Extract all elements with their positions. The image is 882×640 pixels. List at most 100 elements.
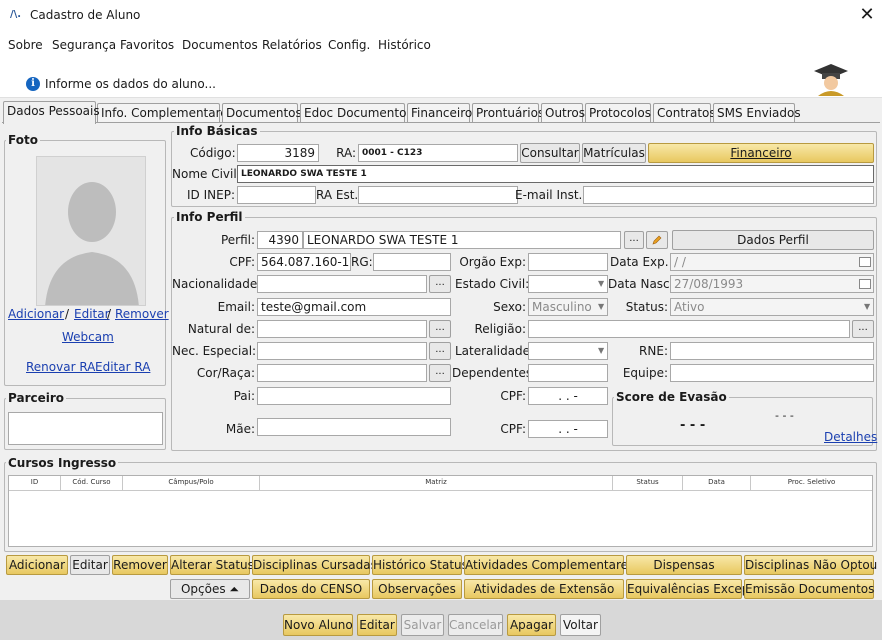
col-status[interactable]: Status bbox=[613, 476, 683, 490]
tab-protocolos[interactable]: Protocolos bbox=[585, 103, 651, 123]
alterar-status-button[interactable]: Alterar Status bbox=[170, 555, 254, 575]
tab-dados-pessoais[interactable]: Dados Pessoais bbox=[3, 101, 100, 124]
menu-sobre[interactable]: Sobre bbox=[8, 38, 43, 52]
edit-pencil-icon[interactable] bbox=[646, 231, 668, 249]
col-campus-polo[interactable]: Câmpus/Polo bbox=[123, 476, 260, 490]
menu-relatorios[interactable]: Relatórios bbox=[262, 38, 322, 52]
apagar-button[interactable]: Apagar bbox=[507, 614, 556, 636]
calendar-icon[interactable] bbox=[859, 279, 871, 289]
nacionalidade-field[interactable] bbox=[257, 275, 427, 293]
ra-field[interactable]: 0001 - C123 bbox=[358, 144, 518, 162]
salvar-button[interactable]: Salvar bbox=[401, 614, 444, 636]
renovar-ra-link[interactable]: Renovar RA bbox=[26, 360, 95, 374]
nec-especial-field[interactable] bbox=[257, 342, 427, 360]
col-data[interactable]: Data bbox=[683, 476, 751, 490]
cancelar-button[interactable]: Cancelar bbox=[448, 614, 503, 636]
nec-especial-search-button[interactable]: ... bbox=[429, 342, 451, 360]
nome-civil-field[interactable]: LEONARDO SWA TESTE 1 bbox=[237, 165, 874, 183]
menu-favoritos[interactable]: Favoritos bbox=[120, 38, 174, 52]
ra-est-field[interactable] bbox=[358, 186, 518, 204]
orgao-exp-field[interactable] bbox=[528, 253, 608, 271]
pai-cpf-field[interactable]: . . - bbox=[528, 387, 608, 405]
close-icon[interactable]: ✕ bbox=[856, 4, 878, 25]
tab-sms-enviados[interactable]: SMS Enviados bbox=[713, 103, 801, 123]
disciplinas-cursadas-button[interactable]: Disciplinas Cursadas bbox=[252, 555, 377, 575]
cpf-field[interactable]: 564.087.160-16 bbox=[257, 253, 351, 271]
status-select[interactable]: Ativo bbox=[670, 298, 874, 316]
menu-config[interactable]: Config. bbox=[328, 38, 370, 52]
tab-financeiro[interactable]: Financeiro bbox=[407, 103, 472, 123]
natural-search-button[interactable]: ... bbox=[429, 320, 451, 338]
col-cod-curso[interactable]: Cód. Curso bbox=[61, 476, 123, 490]
cursos-editar-button[interactable]: Editar bbox=[70, 555, 110, 575]
pai-field[interactable] bbox=[257, 387, 451, 405]
chevron-down-icon: ▼ bbox=[598, 346, 605, 355]
sexo-select[interactable]: Masculino bbox=[528, 298, 608, 316]
id-inep-field[interactable] bbox=[237, 186, 316, 204]
webcam-link[interactable]: Webcam bbox=[62, 330, 114, 344]
nacionalidade-search-button[interactable]: ... bbox=[429, 275, 451, 293]
tab-documentos[interactable]: Documentos bbox=[222, 103, 302, 123]
data-exp-field[interactable]: / / bbox=[670, 253, 874, 271]
email-inst-field[interactable] bbox=[583, 186, 874, 204]
cor-raca-field[interactable] bbox=[257, 364, 427, 382]
cursos-adicionar-button[interactable]: Adicionar bbox=[6, 555, 68, 575]
dispensas-button[interactable]: Dispensas bbox=[626, 555, 742, 575]
col-proc-seletivo[interactable]: Proc. Seletivo bbox=[751, 476, 872, 490]
matriculas-button[interactable]: Matrículas bbox=[582, 143, 646, 163]
cursos-remover-button[interactable]: Remover bbox=[112, 555, 168, 575]
dados-perfil-button[interactable]: Dados Perfil bbox=[672, 230, 874, 250]
foto-editar-link[interactable]: Editar bbox=[74, 307, 110, 321]
mae-field[interactable] bbox=[257, 418, 451, 436]
mae-cpf-field[interactable]: . . - bbox=[528, 420, 608, 438]
voltar-button[interactable]: Voltar bbox=[560, 614, 601, 636]
lateralidade-select[interactable] bbox=[528, 342, 608, 360]
religiao-search-button[interactable]: ... bbox=[852, 320, 874, 338]
opcoes-button[interactable]: Opções ⏶ bbox=[170, 579, 250, 599]
religiao-field[interactable] bbox=[528, 320, 850, 338]
equivalencias-button[interactable]: Equivalências Excep. bbox=[626, 579, 753, 599]
tab-outros[interactable]: Outros bbox=[541, 103, 585, 123]
perfil-nome-field[interactable]: LEONARDO SWA TESTE 1 bbox=[303, 231, 621, 249]
col-matriz[interactable]: Matriz bbox=[260, 476, 613, 490]
menu-historico[interactable]: Histórico bbox=[378, 38, 431, 52]
score-value-big: - - - bbox=[680, 418, 706, 433]
data-nasc-field[interactable]: 27/08/1993 bbox=[670, 275, 874, 293]
equipe-field[interactable] bbox=[670, 364, 874, 382]
score-detalhes-link[interactable]: Detalhes bbox=[824, 430, 877, 444]
tab-edoc-documentos[interactable]: Edoc Documentos bbox=[300, 103, 413, 123]
emissao-documentos-button[interactable]: Emissão Documentos bbox=[744, 579, 874, 599]
financeiro-button[interactable]: Financeiro bbox=[648, 143, 874, 163]
editar-ra-link[interactable]: Editar RA bbox=[95, 360, 150, 374]
editar-button[interactable]: Editar bbox=[357, 614, 397, 636]
observacoes-button[interactable]: Observações bbox=[372, 579, 462, 599]
perfil-search-button[interactable]: ... bbox=[624, 231, 644, 249]
foto-adicionar-link[interactable]: Adicionar bbox=[8, 307, 64, 321]
tab-prontuarios[interactable]: Prontuários bbox=[472, 103, 544, 123]
email-field[interactable]: teste@gmail.com bbox=[257, 298, 451, 316]
menu-seguranca[interactable]: Segurança bbox=[52, 38, 116, 52]
rg-field[interactable] bbox=[373, 253, 451, 271]
disciplinas-nao-optou-button[interactable]: Disciplinas Não Optou bbox=[744, 555, 877, 575]
cor-raca-search-button[interactable]: ... bbox=[429, 364, 451, 382]
perfil-id-field[interactable]: 4390 bbox=[257, 231, 303, 249]
natural-field[interactable] bbox=[257, 320, 427, 338]
consultar-button[interactable]: Consultar bbox=[520, 143, 580, 163]
dependentes-field[interactable] bbox=[528, 364, 608, 382]
parceiro-field[interactable] bbox=[8, 412, 163, 445]
foto-remover-link[interactable]: Remover bbox=[115, 307, 169, 321]
col-id[interactable]: ID bbox=[9, 476, 61, 490]
tab-info-complementares[interactable]: Info. Complementares bbox=[97, 103, 234, 123]
dados-censo-button[interactable]: Dados do CENSO bbox=[252, 579, 370, 599]
window-title: Cadastro de Aluno bbox=[30, 8, 141, 22]
codigo-field[interactable]: 3189 bbox=[237, 144, 319, 162]
historico-status-button[interactable]: Histórico Status bbox=[372, 555, 468, 575]
calendar-icon[interactable] bbox=[859, 257, 871, 267]
estado-civil-select[interactable] bbox=[528, 275, 608, 293]
rne-field[interactable] bbox=[670, 342, 874, 360]
atividades-extensao-button[interactable]: Atividades de Extensão bbox=[464, 579, 624, 599]
novo-aluno-button[interactable]: Novo Aluno bbox=[283, 614, 353, 636]
atividades-complementares-button[interactable]: Atividades Complementares bbox=[464, 555, 634, 575]
menu-documentos[interactable]: Documentos bbox=[182, 38, 258, 52]
tab-contratos[interactable]: Contratos bbox=[653, 103, 716, 123]
